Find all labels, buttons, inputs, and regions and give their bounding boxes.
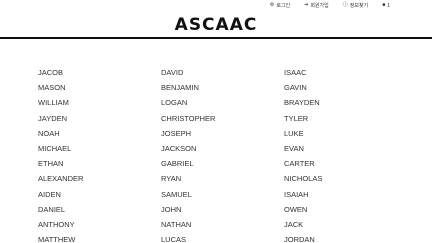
name-item[interactable]: JACK	[284, 217, 407, 232]
name-item[interactable]: DAVID	[161, 65, 284, 80]
name-item[interactable]: ALEXANDER	[38, 171, 161, 186]
name-column-2: DAVID BENJAMIN LOGAN CHRISTOPHER JOSEPH …	[161, 65, 284, 243]
name-item[interactable]: DANIEL	[38, 202, 161, 217]
name-item[interactable]: GAVIN	[284, 80, 407, 95]
name-item[interactable]: LUCAS	[161, 232, 284, 243]
header-divider	[0, 37, 432, 39]
name-item[interactable]: ETHAN	[38, 156, 161, 171]
name-item[interactable]: MATTHEW	[38, 232, 161, 243]
name-column-3: ISAAC GAVIN BRAYDEN TYLER LUKE EVAN CART…	[284, 65, 407, 243]
name-item[interactable]: ISAAC	[284, 65, 407, 80]
name-item[interactable]: JAYDEN	[38, 111, 161, 126]
name-item[interactable]: ISAIAH	[284, 187, 407, 202]
login-link-label: 로그인	[276, 3, 291, 9]
name-item[interactable]: JORDAN	[284, 232, 407, 243]
name-item[interactable]: BENJAMIN	[161, 80, 284, 95]
site-logo[interactable]: ASCAAC	[0, 15, 432, 35]
name-item[interactable]: NICHOLAS	[284, 171, 407, 186]
name-item[interactable]: NOAH	[38, 126, 161, 141]
name-item[interactable]: EVAN	[284, 141, 407, 156]
name-item[interactable]: SAMUEL	[161, 187, 284, 202]
name-item[interactable]: JOSEPH	[161, 126, 284, 141]
name-item[interactable]: NATHAN	[161, 217, 284, 232]
name-item[interactable]: GABRIEL	[161, 156, 284, 171]
name-item[interactable]: MASON	[38, 80, 161, 95]
top-nav: ⚙ 로그인 ➜ 회원가입 ⓘ 정보찾기 ■ 1	[269, 2, 390, 10]
name-column-1: JACOB MASON WILLIAM JAYDEN NOAH MICHAEL …	[38, 65, 161, 243]
name-item[interactable]: JACKSON	[161, 141, 284, 156]
name-item[interactable]: ANTHONY	[38, 217, 161, 232]
name-item[interactable]: RYAN	[161, 171, 284, 186]
page: ⚙ 로그인 ➜ 회원가입 ⓘ 정보찾기 ■ 1 ASCAAC JACOB MAS…	[0, 0, 432, 243]
find-info-link-label: 정보찾기	[349, 3, 369, 9]
name-item[interactable]: MICHAEL	[38, 141, 161, 156]
name-item[interactable]: OWEN	[284, 202, 407, 217]
name-item[interactable]: LOGAN	[161, 95, 284, 110]
user-add-icon: ➜	[304, 2, 309, 8]
name-item[interactable]: CARTER	[284, 156, 407, 171]
login-link[interactable]: ⚙ 로그인	[269, 2, 291, 10]
name-item[interactable]: BRAYDEN	[284, 95, 407, 110]
signup-link-label: 회원가입	[310, 3, 329, 9]
name-grid: JACOB MASON WILLIAM JAYDEN NOAH MICHAEL …	[38, 65, 407, 243]
name-item[interactable]: WILLIAM	[38, 95, 161, 110]
info-icon: ⓘ	[342, 2, 348, 8]
find-info-link[interactable]: ⓘ 정보찾기	[342, 2, 369, 10]
name-item[interactable]: CHRISTOPHER	[161, 111, 284, 126]
name-item[interactable]: JACOB	[38, 65, 161, 80]
signup-link[interactable]: ➜ 회원가입	[304, 2, 329, 10]
name-item[interactable]: AIDEN	[38, 187, 161, 202]
name-item[interactable]: TYLER	[284, 111, 407, 126]
name-item[interactable]: JOHN	[161, 202, 284, 217]
messages-count: 1	[387, 2, 390, 9]
messages-link[interactable]: ■ 1	[382, 3, 390, 9]
chat-icon: ■	[382, 2, 386, 8]
name-item[interactable]: LUKE	[284, 126, 407, 141]
gear-icon: ⚙	[269, 2, 275, 8]
